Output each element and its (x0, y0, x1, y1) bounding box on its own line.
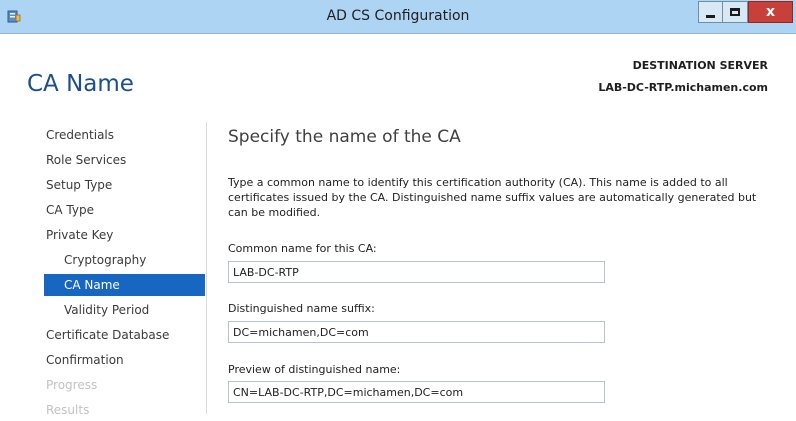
dn-preview-field[interactable] (228, 381, 605, 403)
close-icon: x (765, 4, 776, 20)
maximize-button[interactable] (722, 1, 748, 23)
destination-server-name: LAB-DC-RTP.michamen.com (598, 81, 768, 94)
content-heading: Specify the name of the CA (228, 127, 461, 147)
nav-item-role-services[interactable]: Role Services (46, 149, 206, 171)
nav-item-certificate-database[interactable]: Certificate Database (46, 324, 206, 346)
maximize-icon (730, 8, 740, 16)
nav-item-ca-type[interactable]: CA Type (46, 199, 206, 221)
nav-item-setup-type[interactable]: Setup Type (46, 174, 206, 196)
description-text: Type a common name to identify this cert… (228, 176, 757, 219)
nav-item-private-key[interactable]: Private Key (46, 224, 206, 246)
nav-item-results: Results (46, 403, 90, 417)
minimize-icon (706, 14, 715, 18)
nav-item-credentials[interactable]: Credentials (46, 124, 206, 146)
nav-item-ca-name[interactable]: CA Name (44, 274, 205, 296)
common-name-input[interactable] (228, 261, 605, 283)
ad-cs-configuration-window: AD CS Configuration x CA Name DESTINATIO… (0, 0, 796, 417)
close-button[interactable]: x (748, 1, 793, 23)
title-bar[interactable]: AD CS Configuration x (0, 0, 796, 34)
window-title: AD CS Configuration (326, 8, 470, 24)
nav-item-cryptography[interactable]: Cryptography (46, 249, 206, 271)
nav-item-validity-period[interactable]: Validity Period (46, 299, 206, 321)
dn-suffix-label: Distinguished name suffix: (228, 302, 375, 315)
page-title: CA Name (27, 71, 134, 97)
nav-divider (206, 122, 207, 414)
destination-server-label: DESTINATION SERVER (632, 59, 768, 72)
nav-item-progress: Progress (46, 378, 98, 392)
dn-suffix-input[interactable] (228, 321, 605, 343)
common-name-label: Common name for this CA: (228, 242, 377, 255)
dn-preview-label: Preview of distinguished name: (228, 363, 401, 376)
nav-item-confirmation[interactable]: Confirmation (46, 349, 206, 371)
minimize-button[interactable] (698, 1, 723, 23)
